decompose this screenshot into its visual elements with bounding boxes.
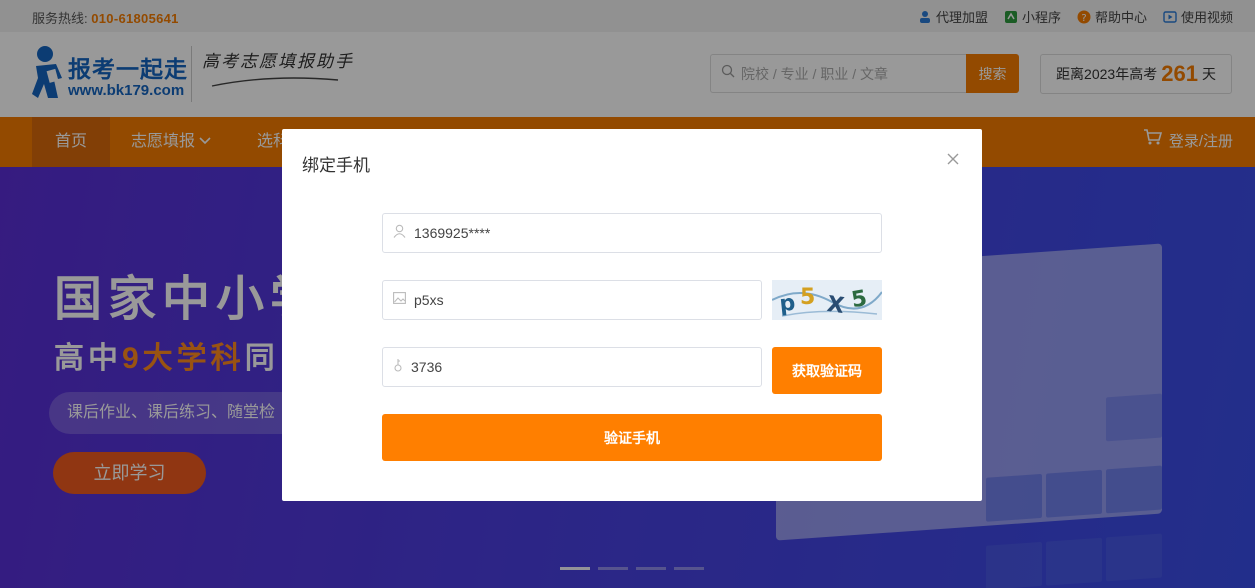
svg-text:p: p xyxy=(778,291,796,318)
verify-phone-button[interactable]: 验证手机 xyxy=(382,414,882,461)
dialog-title: 绑定手机 xyxy=(302,156,370,175)
captcha-field[interactable] xyxy=(382,280,762,320)
get-verification-code-button[interactable]: 获取验证码 xyxy=(772,347,882,394)
phone-input[interactable] xyxy=(414,225,854,241)
captcha-input[interactable] xyxy=(414,292,746,308)
sms-code-field[interactable] xyxy=(382,347,762,387)
captcha-image[interactable]: p 5 X 5 xyxy=(772,280,882,320)
user-icon xyxy=(393,224,406,243)
bind-phone-dialog: 绑定手机 p 5 X 5 获取验证码 验证手机 xyxy=(282,129,982,501)
close-icon[interactable] xyxy=(945,151,961,167)
phone-field[interactable] xyxy=(382,213,882,253)
sms-code-input[interactable] xyxy=(411,359,743,375)
svg-text:5: 5 xyxy=(800,285,815,310)
image-icon xyxy=(393,291,406,309)
key-icon xyxy=(393,358,403,377)
svg-text:X: X xyxy=(825,292,845,319)
